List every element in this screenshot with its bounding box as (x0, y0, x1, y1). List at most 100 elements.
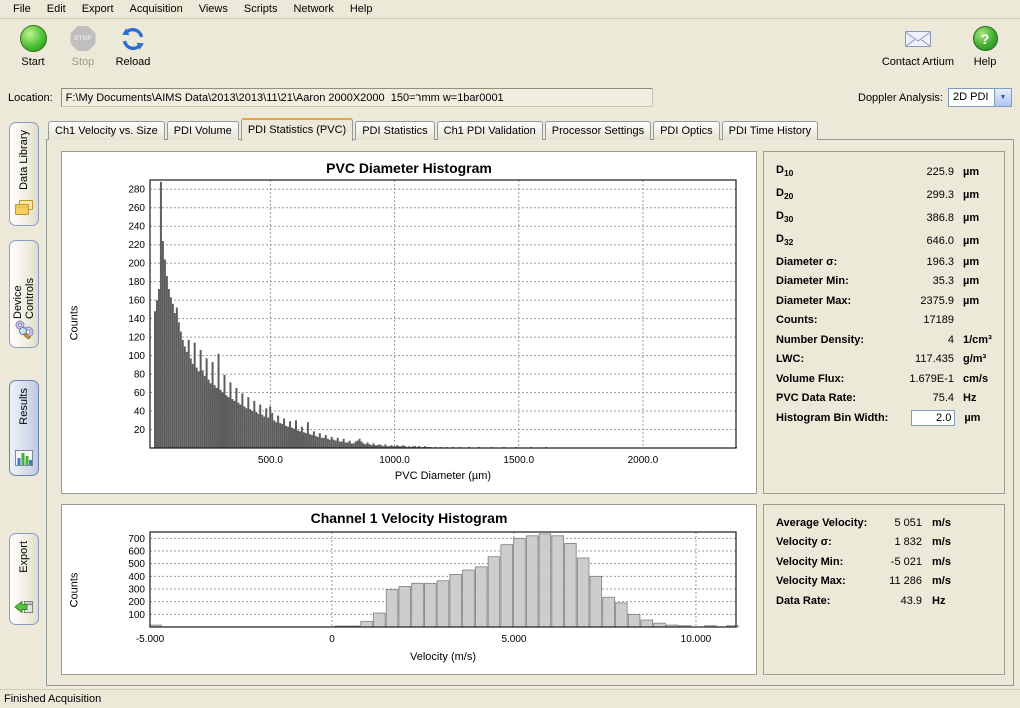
contact-artium-button[interactable]: Contact Artium (878, 23, 958, 83)
stat-label: Counts: (776, 314, 884, 326)
sidebar-button-results[interactable]: Results (9, 380, 39, 476)
stat-value: 5 051 (882, 517, 922, 529)
stat-label: Velocity Max: (776, 575, 882, 587)
stat-label: Histogram Bin Width: (776, 412, 888, 424)
tab-pdi-optics[interactable]: PDI Optics (653, 121, 720, 140)
tab-pdi-statistics-pvc[interactable]: PDI Statistics (PVC) (241, 118, 353, 141)
sidebar-button-label: Results (18, 388, 30, 425)
menu-item-network[interactable]: Network (285, 1, 341, 17)
stat-label: Volume Flux: (776, 373, 884, 385)
stat-row-velocity-min: Velocity Min:-5 021m/s (776, 552, 994, 572)
tab-pdi-volume[interactable]: PDI Volume (167, 121, 239, 140)
menu-item-acquisition[interactable]: Acquisition (122, 1, 191, 17)
stat-label: Velocity Min: (776, 556, 882, 568)
stat-label: Diameter Min: (776, 275, 884, 287)
start-icon (20, 25, 47, 52)
tab-ch1-velocity-vs-size[interactable]: Ch1 Velocity vs. Size (48, 121, 165, 140)
svg-text:0: 0 (329, 634, 335, 645)
histogram-bin-width-input[interactable] (911, 410, 955, 426)
stat-label: Data Rate: (776, 595, 882, 607)
svg-text:240: 240 (128, 222, 145, 233)
help-button[interactable]: ? Help (962, 23, 1008, 83)
tab-page-pdi-statistics-pvc: PVC Diameter Histogram Counts 2040608010… (46, 139, 1014, 686)
stat-label: D10 (776, 164, 884, 178)
reload-label: Reload (116, 56, 151, 68)
svg-text:-5.000: -5.000 (136, 634, 165, 645)
stat-label: D32 (776, 233, 884, 247)
stat-row-volume-flux: Volume Flux:1.679E-1cm/s (776, 369, 994, 389)
envelope-icon (904, 25, 932, 52)
menu-item-export[interactable]: Export (74, 1, 122, 17)
doppler-analysis-select[interactable]: 2D PDI ▼ (948, 88, 1012, 107)
velocity-histogram-canvas: 100200300400500600700-5.00005.00010.000 (62, 505, 756, 674)
stat-row-data-rate: Data Rate:43.9Hz (776, 591, 994, 611)
menu-item-help[interactable]: Help (342, 1, 381, 17)
svg-text:40: 40 (134, 407, 146, 418)
tab-pdi-statistics[interactable]: PDI Statistics (355, 121, 434, 140)
doppler-analysis-group: Doppler Analysis: 2D PDI ▼ (858, 88, 1012, 107)
stat-value: 35.3 (884, 275, 954, 287)
stat-row-average-velocity: Average Velocity:5 051m/s (776, 513, 994, 533)
stat-label: Diameter σ: (776, 256, 884, 268)
stat-unit: m/s (922, 536, 994, 548)
app-window: FileEditExportAcquisitionViewsScriptsNet… (0, 0, 1020, 708)
gears-icon (14, 319, 34, 342)
svg-text:140: 140 (128, 314, 145, 325)
svg-text:160: 160 (128, 296, 145, 307)
stat-row-d20: D20299.3µm (776, 183, 994, 206)
sidebar-button-data-library[interactable]: Data Library (9, 122, 39, 226)
svg-text:500: 500 (128, 559, 145, 570)
stat-row-d30: D30386.8µm (776, 206, 994, 229)
stat-unit: Hz (954, 392, 994, 404)
pvc-statistics-panel: D10225.9µmD20299.3µmD30386.8µmD32646.0µm… (763, 151, 1005, 494)
svg-text:700: 700 (128, 534, 145, 545)
stat-row-d32: D32646.0µm (776, 229, 994, 252)
stat-label: Number Density: (776, 334, 884, 346)
stat-unit: m/s (922, 556, 994, 568)
toolbar-right-group: Contact Artium ? Help (878, 23, 1008, 83)
sidebar-button-export[interactable]: Export (9, 533, 39, 625)
menu-item-views[interactable]: Views (191, 1, 236, 17)
svg-text:100: 100 (128, 351, 145, 362)
stat-value: 1.679E-1 (884, 373, 954, 385)
stop-label: Stop (72, 56, 95, 68)
help-label: Help (974, 56, 997, 68)
location-input[interactable] (61, 88, 653, 107)
svg-text:2000.0: 2000.0 (628, 455, 659, 466)
reload-button[interactable]: Reload (110, 23, 156, 83)
stat-unit: m/s (922, 517, 994, 529)
sidebar-button-device-controls[interactable]: Device Controls (9, 240, 39, 348)
status-text: Finished Acquisition (4, 693, 101, 705)
svg-text:100: 100 (128, 610, 145, 621)
stat-unit: cm/s (954, 373, 994, 385)
tab-processor-settings[interactable]: Processor Settings (545, 121, 651, 140)
stat-value: 386.8 (884, 212, 954, 224)
stat-label: LWC: (776, 353, 884, 365)
svg-text:400: 400 (128, 572, 145, 583)
stat-unit: µm (954, 189, 994, 201)
start-label: Start (21, 56, 44, 68)
stop-button[interactable]: STOP Stop (60, 23, 106, 83)
menu-item-edit[interactable]: Edit (39, 1, 74, 17)
pvc-diameter-histogram-panel: PVC Diameter Histogram Counts 2040608010… (61, 151, 757, 494)
stat-row-velocity: Velocity σ:1 832m/s (776, 533, 994, 553)
stat-value: 11 286 (882, 575, 922, 587)
sidebar-button-label: Export (18, 541, 30, 573)
location-label: Location: (8, 92, 53, 104)
start-button[interactable]: Start (10, 23, 56, 83)
menu-item-scripts[interactable]: Scripts (236, 1, 286, 17)
stat-unit: 1/cm³ (954, 334, 994, 346)
velocity-x-axis-label: Velocity (m/s) (150, 651, 736, 663)
svg-text:60: 60 (134, 388, 146, 399)
sidebar-button-label: Device Controls (12, 248, 36, 319)
stat-label: PVC Data Rate: (776, 392, 884, 404)
tab-ch1-pdi-validation[interactable]: Ch1 PDI Validation (437, 121, 543, 140)
svg-text:260: 260 (128, 203, 145, 214)
tab-pdi-time-history[interactable]: PDI Time History (722, 121, 819, 140)
svg-text:180: 180 (128, 277, 145, 288)
chevron-down-icon: ▼ (994, 89, 1011, 106)
svg-text:300: 300 (128, 585, 145, 596)
stat-label: D20 (776, 187, 884, 201)
stat-value: 225.9 (884, 166, 954, 178)
menu-item-file[interactable]: File (5, 1, 39, 17)
